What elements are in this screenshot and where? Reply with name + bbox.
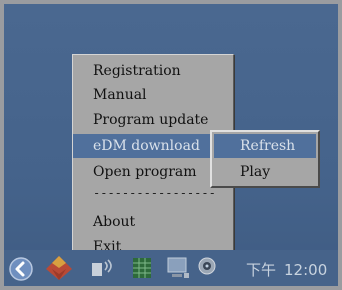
speaker-icon[interactable] <box>90 256 116 284</box>
menu-item-edm-download[interactable]: eDM download <box>73 134 233 158</box>
edm-submenu: Refresh Play <box>210 130 320 188</box>
clock-period: 下午 <box>246 261 277 279</box>
submenu-item-play[interactable]: Play <box>214 160 316 184</box>
menu-item-registration[interactable]: Registration <box>73 59 233 83</box>
app-logo-icon[interactable] <box>44 254 74 286</box>
menu-item-program-update[interactable]: Program update <box>73 108 233 132</box>
taskbar-clock[interactable]: 下午 12:00 <box>246 259 327 280</box>
clock-time: 12:00 <box>284 261 328 279</box>
screen: Registration Manual Program update eDM d… <box>0 0 342 290</box>
menu-separator: ----------------- <box>93 186 216 200</box>
submenu-item-refresh[interactable]: Refresh <box>214 134 316 158</box>
menu-item-open-program[interactable]: Open program <box>73 160 233 184</box>
menu-item-manual[interactable]: Manual <box>73 83 233 107</box>
back-arrow-icon[interactable] <box>8 256 34 286</box>
monitor-icon[interactable] <box>166 256 190 284</box>
grid-app-icon[interactable] <box>133 258 151 282</box>
menu-item-about[interactable]: About <box>73 210 233 234</box>
taskbar: 下午 12:00 <box>4 250 338 286</box>
webcam-icon[interactable] <box>196 256 218 282</box>
